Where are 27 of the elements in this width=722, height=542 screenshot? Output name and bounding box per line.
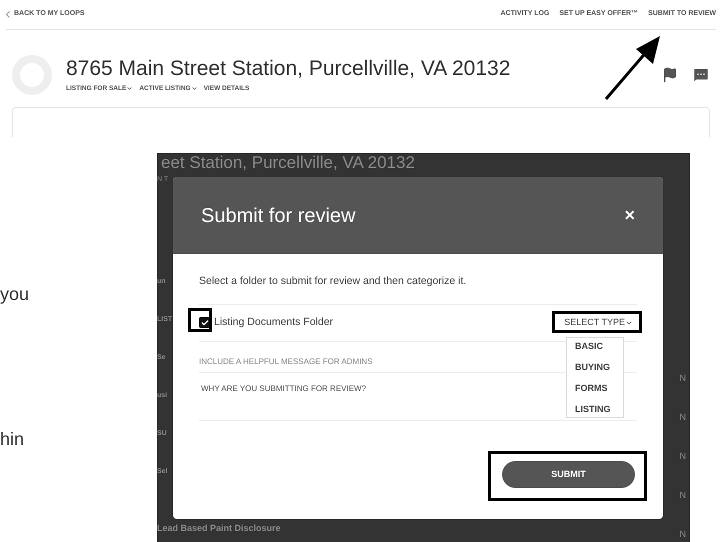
select-type-dropdown[interactable]: SELECT TYPE: [564, 316, 633, 330]
instruction-text: Select a folder to submit for review and then categorize it.: [199, 274, 468, 289]
modal-title: Submit for review: [201, 204, 356, 228]
status-text: N: [680, 412, 686, 423]
chevron-left-icon: [6, 11, 10, 18]
menu-item[interactable]: LISTING: [575, 403, 615, 415]
submit-button[interactable]: SUBMIT: [502, 460, 635, 488]
row-text: Lead Based Paint Disclosure: [157, 523, 281, 534]
folder-label: Listing Documents Folder: [214, 314, 334, 330]
chevron-down-icon: [190, 85, 198, 92]
page-title: eet Station, Purcellville, VA 20132: [161, 153, 416, 173]
menu-item[interactable]: FORMS: [575, 382, 615, 394]
body-text: you: [0, 283, 30, 306]
body-text: hin: [0, 428, 24, 451]
annotation-arrow: [603, 34, 663, 102]
status-text: N: [680, 451, 686, 462]
chevron-down-icon: [126, 85, 134, 92]
status-text: N: [680, 529, 686, 540]
listing-title: 8765 Main Street Station, Purcellville, VA 20132: [66, 56, 510, 82]
close-button[interactable]: ×: [624, 202, 635, 229]
flag-icon[interactable]: [662, 66, 678, 82]
status-text: N: [680, 490, 686, 501]
highlight-frame: [188, 308, 212, 332]
folder-checkbox[interactable]: [199, 317, 210, 328]
menu-item[interactable]: BASIC: [575, 340, 615, 352]
status-text: N: [680, 373, 686, 384]
menu-item[interactable]: BUYING: [575, 361, 615, 373]
